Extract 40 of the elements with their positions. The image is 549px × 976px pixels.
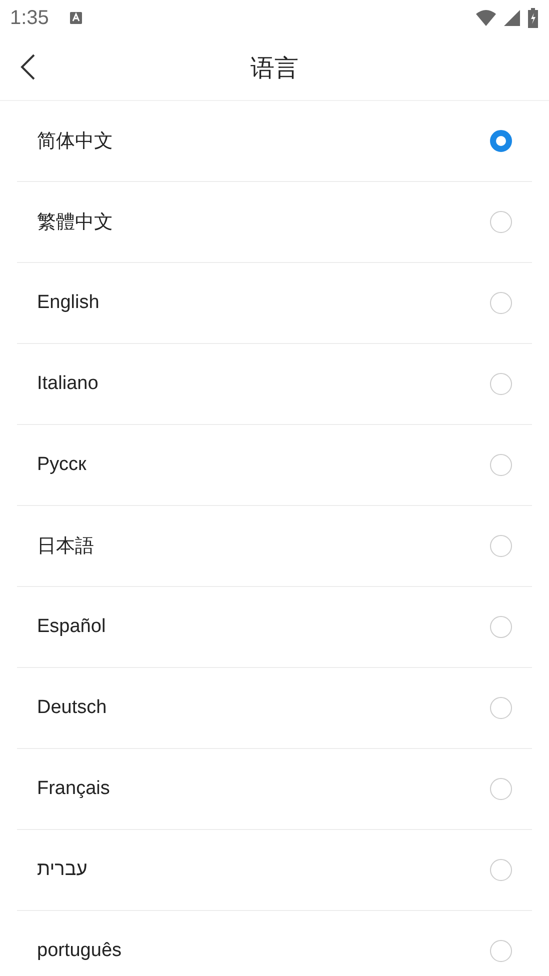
keyboard-notification-icon (68, 11, 83, 25)
language-option[interactable]: Español (17, 587, 532, 668)
language-label: 简体中文 (37, 130, 113, 154)
language-option[interactable]: 繁體中文 (17, 182, 532, 263)
radio-button[interactable] (490, 778, 512, 800)
language-option[interactable]: 简体中文 (17, 101, 532, 182)
language-label: Español (37, 616, 106, 638)
language-option[interactable]: Русск (17, 425, 532, 506)
radio-button[interactable] (490, 859, 512, 881)
language-label: English (37, 292, 100, 314)
language-label: português (37, 940, 122, 962)
language-label: Русск (37, 454, 86, 476)
language-label: Italiano (37, 373, 98, 395)
radio-button[interactable] (490, 292, 512, 314)
language-option[interactable]: Français (17, 749, 532, 830)
language-option[interactable]: português (17, 911, 532, 976)
battery-charging-icon (527, 8, 539, 28)
language-label: 日本語 (37, 535, 94, 559)
radio-button[interactable] (490, 373, 512, 395)
page-title: 语言 (250, 54, 298, 84)
radio-button[interactable] (490, 940, 512, 962)
status-time: 1:35 (10, 6, 49, 30)
language-label: Français (37, 778, 110, 800)
language-option[interactable]: English (17, 263, 532, 344)
chevron-left-icon (20, 54, 36, 80)
signal-icon (503, 9, 521, 27)
language-label: 繁體中文 (37, 211, 113, 235)
language-label: Deutsch (37, 697, 107, 719)
wifi-icon (475, 9, 497, 27)
radio-button[interactable] (490, 616, 512, 638)
radio-button[interactable] (490, 535, 512, 557)
radio-button[interactable] (490, 454, 512, 476)
radio-button[interactable] (490, 697, 512, 719)
language-option[interactable]: Italiano (17, 344, 532, 425)
language-option[interactable]: 日本語 (17, 506, 532, 587)
language-label: עברית (37, 859, 88, 881)
radio-button[interactable] (490, 211, 512, 233)
language-option[interactable]: עברית (17, 830, 532, 911)
radio-button[interactable] (490, 130, 512, 152)
language-option[interactable]: Deutsch (17, 668, 532, 749)
